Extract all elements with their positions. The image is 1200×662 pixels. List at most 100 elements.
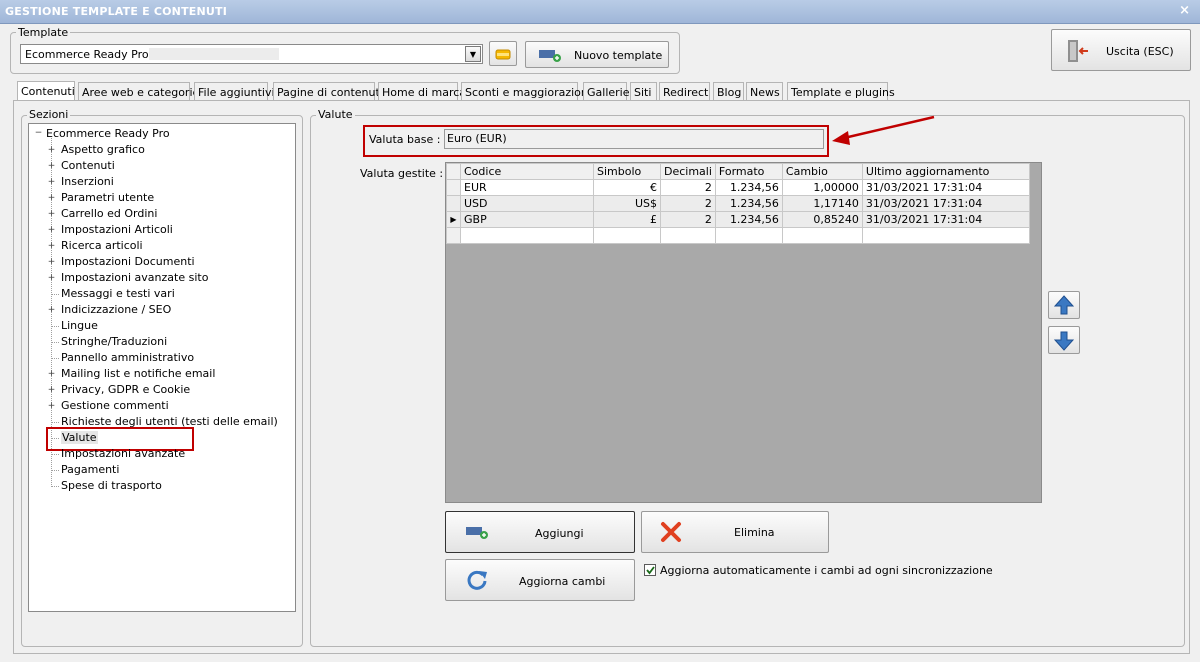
tab-siti[interactable]: Siti	[630, 82, 657, 101]
cell-formato[interactable]: 1.234,56	[714, 211, 783, 228]
cell-decimali[interactable]: 2	[660, 195, 716, 212]
tree-item[interactable]: Aspetto grafico	[61, 143, 145, 156]
tab-contenuti[interactable]: Contenuti	[17, 81, 75, 102]
delete-currency-button[interactable]: Elimina	[641, 511, 829, 553]
tree-item[interactable]: Impostazioni avanzate	[61, 447, 185, 460]
cell-formato[interactable]: 1.234,56	[714, 195, 783, 212]
tab-blog[interactable]: Blog	[713, 82, 744, 101]
tree-item[interactable]: Pagamenti	[61, 463, 119, 476]
tab-news[interactable]: News	[746, 82, 783, 101]
close-icon[interactable]: ×	[1179, 3, 1190, 18]
cell-empty[interactable]	[460, 227, 594, 244]
expand-icon[interactable]: +	[47, 306, 56, 315]
table-row[interactable]: ▶ GBP £ 2 1.234,56 0,85240 31/03/2021 17…	[446, 211, 1030, 228]
expand-icon[interactable]: +	[47, 274, 56, 283]
tab-file-aggiuntivi[interactable]: File aggiuntivi	[194, 82, 275, 101]
tree-root[interactable]: Ecommerce Ready Pro	[46, 127, 170, 140]
cell-aggiornamento[interactable]: 31/03/2021 17:31:04	[861, 179, 1030, 196]
table-row[interactable]: EUR € 2 1.234,56 1,00000 31/03/2021 17:3…	[446, 179, 1030, 196]
row-selector[interactable]	[446, 179, 461, 196]
tree-item[interactable]: Stringhe/Traduzioni	[61, 335, 167, 348]
tree-item[interactable]: Pannello amministrativo	[61, 351, 194, 364]
sections-tree[interactable]: − Ecommerce Ready Pro + Aspetto grafico + C…	[28, 123, 296, 612]
cell-aggiornamento[interactable]: 31/03/2021 17:31:04	[861, 211, 1030, 228]
exit-button[interactable]: Uscita (ESC)	[1051, 29, 1191, 71]
expand-icon[interactable]: +	[47, 386, 56, 395]
tab-gallerie[interactable]: Gallerie	[583, 82, 630, 101]
tree-item[interactable]: Parametri utente	[61, 191, 154, 204]
row-selector[interactable]	[446, 227, 461, 244]
cell-empty[interactable]	[861, 227, 1030, 244]
cell-decimali[interactable]: 2	[660, 179, 716, 196]
cell-formato[interactable]: 1.234,56	[714, 179, 783, 196]
cell-simbolo[interactable]: US$	[593, 195, 661, 212]
tree-item[interactable]: Impostazioni Documenti	[61, 255, 195, 268]
add-currency-button[interactable]: Aggiungi	[445, 511, 635, 553]
tree-item[interactable]: Impostazioni Articoli	[61, 223, 173, 236]
expand-icon[interactable]: +	[47, 162, 56, 171]
cell-aggiornamento[interactable]: 31/03/2021 17:31:04	[861, 195, 1030, 212]
collapse-icon[interactable]: −	[34, 129, 43, 138]
table-row[interactable]: USD US$ 2 1.234,56 1,17140 31/03/2021 17…	[446, 195, 1030, 212]
auto-update-label[interactable]: Aggiorna automaticamente i cambi ad ogni…	[660, 564, 993, 577]
expand-icon[interactable]: +	[47, 258, 56, 267]
col-simbolo[interactable]: Simbolo	[593, 163, 661, 180]
cell-empty[interactable]	[714, 227, 783, 244]
tree-item[interactable]: Ricerca articoli	[61, 239, 143, 252]
expand-icon[interactable]: +	[47, 194, 56, 203]
move-up-button[interactable]	[1048, 291, 1080, 319]
auto-update-checkbox[interactable]	[644, 564, 656, 576]
col-decimali[interactable]: Decimali	[660, 163, 716, 180]
cell-codice[interactable]: EUR	[460, 179, 594, 196]
currencies-grid[interactable]: Codice Simbolo Decimali Formato Cambio U…	[445, 162, 1042, 503]
col-ultimo-aggiornamento[interactable]: Ultimo aggiornamento	[861, 163, 1030, 180]
move-down-button[interactable]	[1048, 326, 1080, 354]
row-selector[interactable]	[446, 195, 461, 212]
cell-codice[interactable]: GBP	[460, 211, 594, 228]
tree-item[interactable]: Lingue	[61, 319, 98, 332]
cell-empty[interactable]	[660, 227, 716, 244]
table-row-new[interactable]	[446, 227, 1030, 244]
new-template-button[interactable]: Nuovo template	[525, 41, 669, 68]
tree-item[interactable]: Privacy, GDPR e Cookie	[61, 383, 190, 396]
cell-decimali[interactable]: 2	[660, 211, 716, 228]
cell-empty[interactable]	[781, 227, 863, 244]
row-selector-current[interactable]: ▶	[446, 211, 461, 228]
tree-item[interactable]: Carrello ed Ordini	[61, 207, 157, 220]
cell-simbolo[interactable]: €	[593, 179, 661, 196]
cell-simbolo[interactable]: £	[593, 211, 661, 228]
tree-item[interactable]: Mailing list e notifiche email	[61, 367, 215, 380]
tree-item[interactable]: Gestione commenti	[61, 399, 169, 412]
expand-icon[interactable]: +	[47, 146, 56, 155]
tab-home-di-marca[interactable]: Home di marca	[378, 82, 466, 101]
col-cambio[interactable]: Cambio	[781, 163, 863, 180]
expand-icon[interactable]: +	[47, 370, 56, 379]
tree-item[interactable]: Impostazioni avanzate sito	[61, 271, 208, 284]
cell-cambio[interactable]: 1,17140	[781, 195, 863, 212]
tree-item[interactable]: Contenuti	[61, 159, 115, 172]
expand-icon[interactable]: +	[47, 226, 56, 235]
expand-icon[interactable]: +	[47, 242, 56, 251]
tab-template-plugins[interactable]: Template e plugins	[787, 82, 895, 101]
tree-item[interactable]: Spese di trasporto	[61, 479, 162, 492]
cell-cambio[interactable]: 0,85240	[781, 211, 863, 228]
col-formato[interactable]: Formato	[714, 163, 783, 180]
cell-codice[interactable]: USD	[460, 195, 594, 212]
cell-cambio[interactable]: 1,00000	[781, 179, 863, 196]
tab-pagine-contenuti[interactable]: Pagine di contenuti	[273, 82, 383, 101]
open-template-button[interactable]	[489, 41, 517, 66]
tree-item[interactable]: Messaggi e testi vari	[61, 287, 175, 300]
template-select[interactable]: Ecommerce Ready Pro ▼	[20, 44, 483, 64]
tab-sconti[interactable]: Sconti e maggiorazioni	[461, 82, 591, 101]
expand-icon[interactable]: +	[47, 178, 56, 187]
expand-icon[interactable]: +	[47, 402, 56, 411]
tab-aree-web[interactable]: Aree web e categorie	[78, 82, 199, 101]
expand-icon[interactable]: +	[47, 210, 56, 219]
tree-item[interactable]: Inserzioni	[61, 175, 114, 188]
chevron-down-icon[interactable]: ▼	[465, 46, 481, 62]
cell-empty[interactable]	[593, 227, 661, 244]
col-codice[interactable]: Codice	[460, 163, 594, 180]
tree-item[interactable]: Indicizzazione / SEO	[61, 303, 171, 316]
refresh-rates-button[interactable]: Aggiorna cambi	[445, 559, 635, 601]
tab-redirect[interactable]: Redirect	[659, 82, 710, 101]
